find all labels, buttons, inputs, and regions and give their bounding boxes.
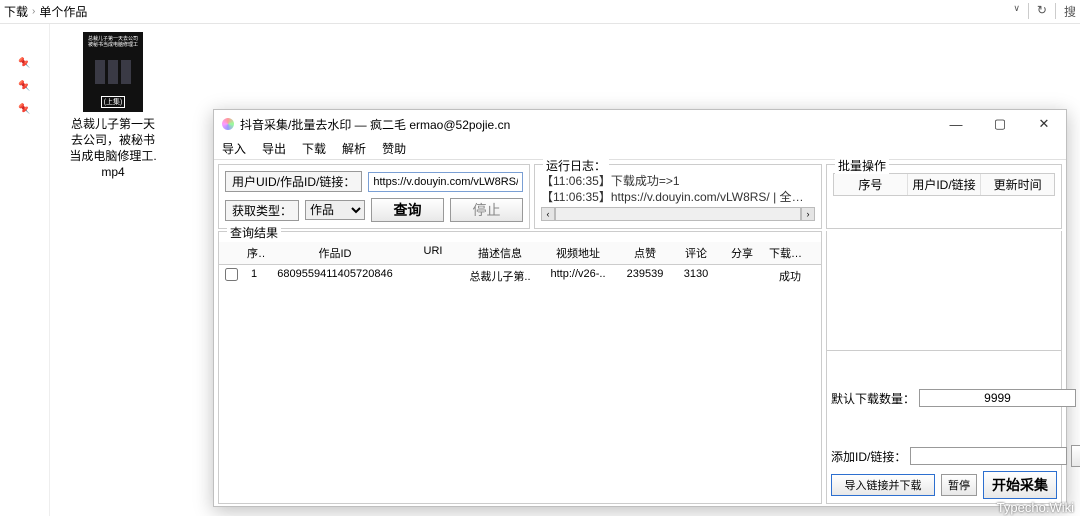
menu-import[interactable]: 导入 (222, 140, 246, 157)
breadcrumb-item[interactable]: 单个作品 (39, 3, 87, 20)
pin-icon[interactable]: 📌 (18, 81, 30, 92)
menu-donate[interactable]: 赞助 (382, 140, 406, 157)
explorer-gutter: 📌 📌 📌 (0, 24, 50, 516)
maximize-button[interactable]: ▢ (978, 110, 1022, 138)
explorer-breadcrumb-bar: 下载 › 单个作品 ∨ ↻ 搜 (0, 0, 1080, 24)
row-checkbox[interactable] (225, 268, 238, 281)
menu-parse[interactable]: 解析 (342, 140, 366, 157)
batch-table-header: 序号 用户ID/链接 更新时间 (833, 173, 1055, 196)
breadcrumb[interactable]: 下载 › 单个作品 (4, 3, 1013, 20)
batch-table-body[interactable] (826, 231, 1062, 351)
menu-export[interactable]: 导出 (262, 140, 286, 157)
app-window: 抖音采集/批量去水印 — 疯二毛 ermao@52pojie.cn — ▢ ✕ … (213, 109, 1067, 507)
minimize-button[interactable]: — (934, 110, 978, 138)
add-id-input[interactable] (910, 447, 1067, 465)
pin-icon[interactable]: 📌 (18, 104, 30, 115)
file-item[interactable]: 总裁儿子第一天去公司被秘书当成电脑修理工 (上集) 总裁儿子第一天去公司，被秘书… (68, 32, 158, 180)
url-panel: 用户UID/作品ID/链接： 获取类型： 作品 查询 停止 (218, 164, 530, 229)
results-legend: 查询结果 (227, 224, 281, 241)
table-row[interactable]: 1 6809559411405720846 总裁儿子第.. http://v26… (219, 265, 821, 287)
refresh-icon[interactable]: ↻ (1037, 3, 1047, 20)
log-legend: 运行日志： (543, 157, 609, 174)
url-input[interactable] (368, 172, 523, 192)
pause-button[interactable]: 暂停 (941, 474, 977, 496)
file-name: 总裁儿子第一天去公司，被秘书当成电脑修理工.mp4 (68, 116, 158, 180)
log-scrollbar[interactable]: ‹ › (541, 207, 815, 221)
add-button[interactable]: 添加 (1071, 445, 1080, 467)
menu-bar: 导入 导出 下载 解析 赞助 (214, 138, 1066, 160)
chevron-right-icon: › (32, 6, 35, 17)
close-button[interactable]: ✕ (1022, 110, 1066, 138)
type-select[interactable]: 作品 (305, 200, 365, 220)
window-title: 抖音采集/批量去水印 — 疯二毛 ermao@52pojie.cn (240, 116, 934, 133)
default-count-input[interactable] (919, 389, 1076, 407)
title-bar[interactable]: 抖音采集/批量去水印 — 疯二毛 ermao@52pojie.cn — ▢ ✕ (214, 110, 1066, 138)
dropdown-icon[interactable]: ∨ (1013, 3, 1020, 20)
stop-button[interactable]: 停止 (450, 198, 523, 222)
app-logo-icon (222, 118, 234, 130)
scroll-right-icon[interactable]: › (801, 207, 815, 221)
batch-panel-header: 批量操作 序号 用户ID/链接 更新时间 (826, 164, 1062, 229)
type-label: 获取类型： (225, 200, 299, 221)
query-button[interactable]: 查询 (371, 198, 444, 222)
breadcrumb-item[interactable]: 下载 (4, 3, 28, 20)
results-table-header: 序号 作品ID URI 描述信息 视频地址 点赞 评论 分享 下载状态 (219, 242, 821, 265)
scroll-left-icon[interactable]: ‹ (541, 207, 555, 221)
pin-icon[interactable]: 📌 (18, 58, 30, 69)
video-thumbnail[interactable]: 总裁儿子第一天去公司被秘书当成电脑修理工 (上集) (83, 32, 143, 112)
add-id-label: 添加ID/链接： (831, 448, 906, 465)
batch-controls: 默认下载数量： 从文件导入 添加ID/链接： 添加 导入链接并下载 暂停 开始采… (826, 351, 1062, 504)
log-text[interactable]: 【11:06:35】下载成功=>1 【11:06:35】https://v.do… (541, 173, 815, 205)
url-label: 用户UID/作品ID/链接： (225, 171, 362, 192)
default-count-label: 默认下载数量： (831, 390, 915, 407)
search-button[interactable]: 搜 (1064, 3, 1076, 20)
batch-legend: 批量操作 (835, 157, 889, 174)
watermark: Typecho.Wiki (997, 500, 1074, 515)
import-download-button[interactable]: 导入链接并下载 (831, 474, 935, 496)
start-collect-button[interactable]: 开始采集 (983, 471, 1057, 499)
results-panel: 查询结果 序号 作品ID URI 描述信息 视频地址 点赞 评论 分享 下载状态 (218, 231, 822, 504)
log-panel: 运行日志： 【11:06:35】下载成功=>1 【11:06:35】https:… (534, 164, 822, 229)
menu-download[interactable]: 下载 (302, 140, 326, 157)
